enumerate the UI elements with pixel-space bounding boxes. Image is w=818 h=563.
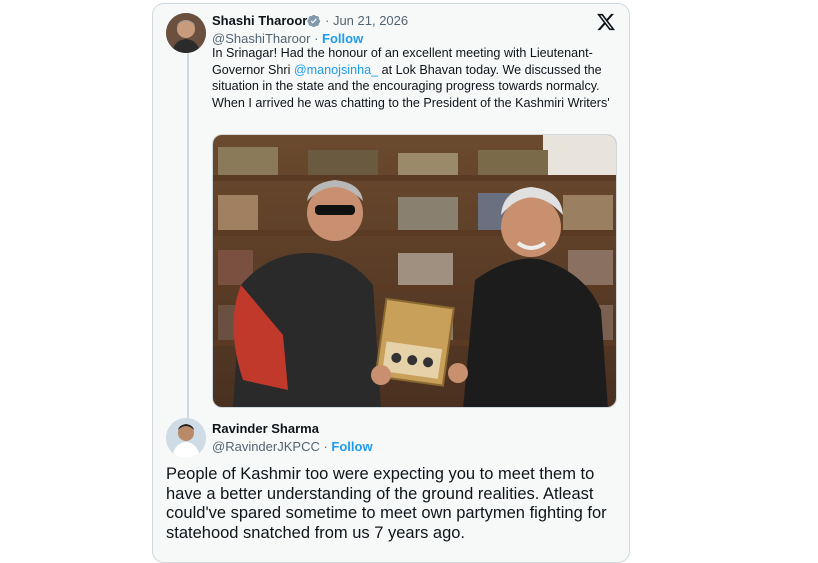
author-handle-text[interactable]: @ShashiTharoor · <box>212 31 322 46</box>
reply-follow-button[interactable]: Follow <box>331 439 372 454</box>
author-handle: @ShashiTharoor · Follow <box>212 31 363 46</box>
reply-author-handle: @RavinderJKPCC · Follow <box>212 439 373 454</box>
thread-connector-line <box>187 50 189 420</box>
mention-link[interactable]: @manojsinha_ <box>294 63 378 77</box>
tweet-photo[interactable] <box>212 134 617 408</box>
follow-button[interactable]: Follow <box>322 31 363 46</box>
x-logo-icon[interactable] <box>596 12 616 32</box>
reply-author-avatar[interactable] <box>166 418 206 458</box>
verified-badge-icon <box>307 14 321 28</box>
author-avatar[interactable] <box>166 13 206 53</box>
reply-handle-text[interactable]: @RavinderJKPCC · <box>212 439 331 454</box>
reply-text: People of Kashmir too were expecting you… <box>166 465 607 542</box>
tweet-date[interactable]: · Jun 21, 2026 <box>325 13 408 28</box>
tweet-text: In Srinagar! Had the honour of an excell… <box>212 45 622 111</box>
reply-author-name[interactable]: Ravinder Sharma <box>212 421 319 436</box>
author-name[interactable]: Shashi Tharoor <box>212 13 307 28</box>
